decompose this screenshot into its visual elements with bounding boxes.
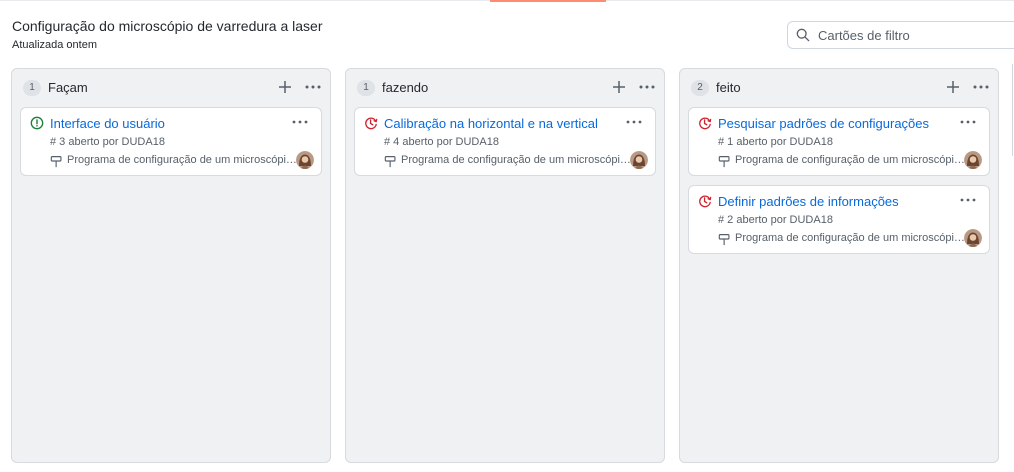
avatar[interactable] xyxy=(964,151,982,169)
issue-meta: # 3 aberto por DUDA18 xyxy=(50,136,165,148)
project-link[interactable]: Programa de configuração de um microscóp… xyxy=(735,232,967,244)
filter-cards-box[interactable] xyxy=(787,21,1014,49)
column-more-options-icon[interactable] xyxy=(637,77,657,97)
scrollbar-edge xyxy=(1012,64,1013,156)
card-more-options-icon[interactable] xyxy=(958,114,978,130)
filter-cards-input[interactable] xyxy=(818,27,998,43)
column-card-count: 2 xyxy=(691,80,709,96)
project-signpost-icon xyxy=(718,234,730,246)
card-more-options-icon[interactable] xyxy=(290,114,310,130)
issue-card[interactable]: Definir padrões de informações # 2 abert… xyxy=(688,185,990,254)
issue-meta: # 4 aberto por DUDA18 xyxy=(384,136,499,148)
column-feito: 2 feito Pesquisar padrões de configuraçõ… xyxy=(679,68,999,463)
project-signpost-icon xyxy=(50,156,62,168)
issue-title-link[interactable]: Definir padrões de informações xyxy=(718,194,899,209)
project-link[interactable]: Programa de configuração de um microscóp… xyxy=(67,154,299,166)
add-card-icon[interactable] xyxy=(611,77,627,97)
issue-card[interactable]: Calibração na horizontal e na vertical #… xyxy=(354,107,656,176)
project-updated-text: Atualizada ontem xyxy=(12,39,97,51)
column-card-count: 1 xyxy=(23,80,41,96)
project-signpost-icon xyxy=(718,156,730,168)
avatar[interactable] xyxy=(964,229,982,247)
active-tab-indicator xyxy=(490,0,606,2)
column-fazendo: 1 fazendo Calibração na horizontal e na … xyxy=(345,68,665,463)
issue-card[interactable]: Interface do usuário # 3 aberto por DUDA… xyxy=(20,107,322,176)
card-more-options-icon[interactable] xyxy=(624,114,644,130)
issue-title-link[interactable]: Calibração na horizontal e na vertical xyxy=(384,116,598,131)
column-card-count: 1 xyxy=(357,80,375,96)
issue-meta: # 1 aberto por DUDA18 xyxy=(718,136,833,148)
issue-reopened-icon xyxy=(699,195,712,208)
column-header: 2 feito xyxy=(680,69,998,107)
issue-meta: # 2 aberto por DUDA18 xyxy=(718,214,833,226)
issue-card[interactable]: Pesquisar padrões de configurações # 1 a… xyxy=(688,107,990,176)
column-header: 1 Façam xyxy=(12,69,330,107)
issue-opened-icon xyxy=(30,116,44,130)
card-more-options-icon[interactable] xyxy=(958,192,978,208)
column-more-options-icon[interactable] xyxy=(971,77,991,97)
column-facam: 1 Façam Interface do usuário # 3 aberto … xyxy=(11,68,331,463)
issue-reopened-icon xyxy=(699,117,712,130)
column-header: 1 fazendo xyxy=(346,69,664,107)
project-link[interactable]: Programa de configuração de um microscóp… xyxy=(735,154,967,166)
project-title: Configuração do microscópio de varredura… xyxy=(12,18,323,34)
avatar[interactable] xyxy=(296,151,314,169)
column-title: fazendo xyxy=(382,80,429,95)
issue-reopened-icon xyxy=(365,117,378,130)
avatar[interactable] xyxy=(630,151,648,169)
search-icon xyxy=(796,28,810,42)
issue-title-link[interactable]: Pesquisar padrões de configurações xyxy=(718,116,929,131)
project-signpost-icon xyxy=(384,156,396,168)
add-card-icon[interactable] xyxy=(277,77,293,97)
project-link[interactable]: Programa de configuração de um microscóp… xyxy=(401,154,633,166)
add-card-icon[interactable] xyxy=(945,77,961,97)
column-title: Façam xyxy=(48,80,88,95)
column-more-options-icon[interactable] xyxy=(303,77,323,97)
column-title: feito xyxy=(716,80,741,95)
issue-title-link[interactable]: Interface do usuário xyxy=(50,116,165,131)
